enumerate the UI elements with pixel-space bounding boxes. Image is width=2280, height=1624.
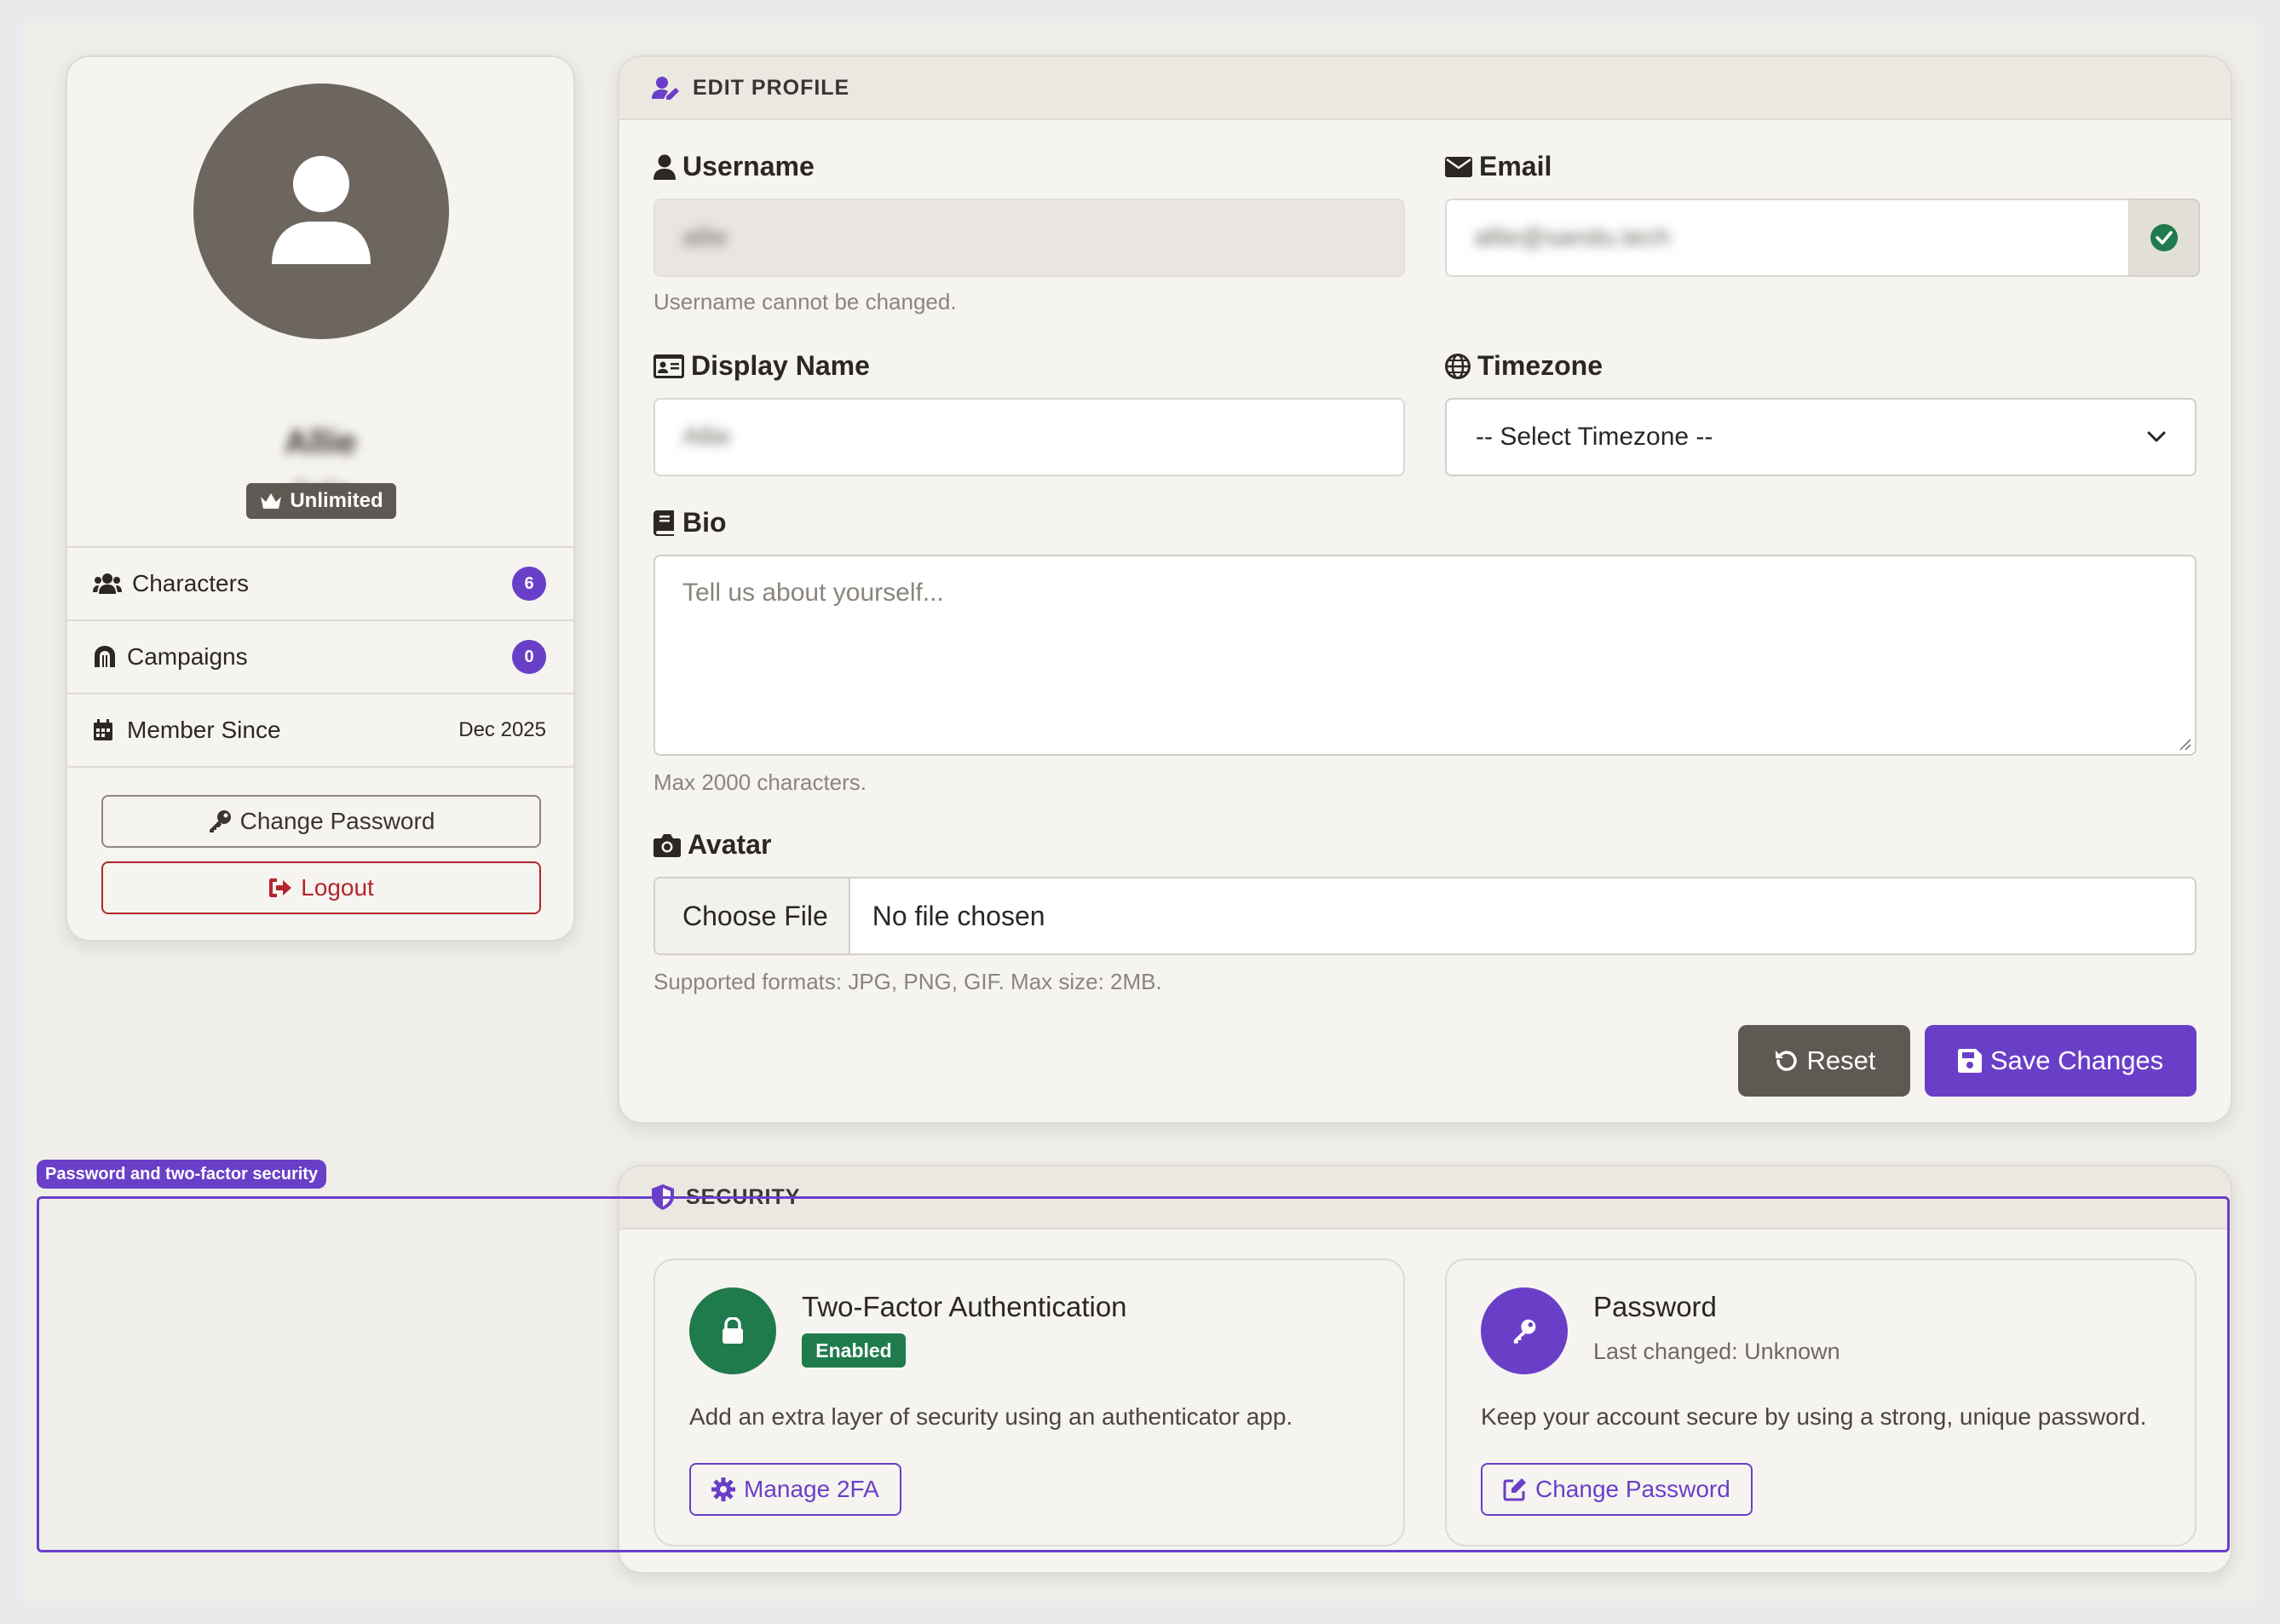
tier-label: Unlimited bbox=[290, 489, 383, 512]
two-factor-icon-circle bbox=[689, 1287, 776, 1374]
security-change-password-label: Change Password bbox=[1535, 1476, 1730, 1502]
reset-label: Reset bbox=[1806, 1045, 1876, 1075]
email-verified-addon bbox=[2130, 199, 2200, 277]
id-card-icon bbox=[653, 354, 684, 378]
timezone-label-text: Timezone bbox=[1477, 350, 1603, 381]
password-icon-circle bbox=[1481, 1287, 1568, 1374]
security-header: SECURITY bbox=[619, 1166, 2231, 1230]
highlight-label: Password and two-factor security bbox=[37, 1160, 327, 1189]
two-factor-description: Add an extra layer of security using an … bbox=[689, 1403, 1293, 1430]
crown-icon bbox=[261, 493, 282, 509]
divider bbox=[67, 766, 573, 768]
characters-count-badge: 6 bbox=[512, 567, 546, 601]
password-description: Keep your account secure by using a stro… bbox=[1481, 1403, 2147, 1430]
timezone-select[interactable]: -- Select Timezone -- bbox=[1445, 398, 2197, 476]
timezone-label: Timezone bbox=[1445, 350, 1603, 382]
bio-placeholder: Tell us about yourself... bbox=[682, 579, 944, 607]
password-title: Password bbox=[1593, 1291, 1717, 1322]
profile-card: Allie @allie Unlimited Characters 6 Camp… bbox=[66, 55, 575, 942]
gear-icon bbox=[711, 1477, 735, 1501]
logout-label: Logout bbox=[301, 874, 374, 901]
two-factor-panel: Two-Factor Authentication Enabled Add an… bbox=[653, 1258, 1405, 1546]
save-icon bbox=[1957, 1049, 1982, 1073]
globe-icon bbox=[1445, 353, 1471, 379]
resize-handle-icon[interactable] bbox=[2178, 737, 2191, 751]
lock-icon bbox=[723, 1317, 743, 1344]
display-name-field[interactable]: Allie bbox=[653, 398, 1405, 476]
avatar bbox=[193, 84, 449, 339]
stat-row-campaigns[interactable]: Campaigns 0 bbox=[67, 619, 573, 693]
password-panel: Password Last changed: Unknown Keep your… bbox=[1445, 1258, 2197, 1546]
calendar-icon bbox=[93, 719, 118, 741]
display-name-value: Allie bbox=[682, 423, 731, 451]
bio-label-text: Bio bbox=[682, 507, 727, 538]
member-since-date: Dec 2025 bbox=[458, 718, 546, 741]
file-status: No file chosen bbox=[872, 900, 1045, 931]
manage-2fa-label: Manage 2FA bbox=[744, 1476, 879, 1502]
security-card: SECURITY Two-Factor Authentication Enabl… bbox=[618, 1165, 2232, 1574]
bio-help: Max 2000 characters. bbox=[653, 769, 867, 795]
sidebar-change-password-button[interactable]: Change Password bbox=[101, 795, 541, 848]
edit-profile-title: EDIT PROFILE bbox=[693, 75, 850, 100]
manage-2fa-button[interactable]: Manage 2FA bbox=[689, 1463, 901, 1516]
stat-row-member-since: Member Since Dec 2025 bbox=[67, 693, 573, 766]
stat-label-member-since: Member Since bbox=[127, 717, 281, 743]
bio-textarea[interactable]: Tell us about yourself... bbox=[653, 555, 2197, 756]
bio-label: Bio bbox=[653, 507, 727, 538]
key-icon bbox=[1513, 1319, 1536, 1344]
user-icon bbox=[653, 154, 676, 180]
stat-label-characters: Characters bbox=[132, 570, 249, 596]
username-label: Username bbox=[653, 151, 815, 182]
email-label-text: Email bbox=[1479, 151, 1552, 181]
logout-icon bbox=[269, 878, 292, 897]
key-icon bbox=[209, 810, 231, 832]
book-icon bbox=[653, 510, 674, 536]
profile-display-name: Allie bbox=[284, 423, 357, 461]
email-value: allie@sandu.tech bbox=[1474, 223, 1671, 251]
edit-profile-header: EDIT PROFILE bbox=[619, 57, 2231, 120]
camera-icon bbox=[653, 833, 681, 857]
edit-icon bbox=[1503, 1478, 1526, 1501]
check-circle-icon bbox=[2150, 224, 2178, 251]
username-help: Username cannot be changed. bbox=[653, 289, 957, 314]
avatar-help: Supported formats: JPG, PNG, GIF. Max si… bbox=[653, 969, 1162, 994]
username-value: allie bbox=[682, 223, 728, 251]
two-factor-status-badge: Enabled bbox=[802, 1333, 906, 1368]
security-title: SECURITY bbox=[686, 1184, 801, 1209]
display-name-label-text: Display Name bbox=[691, 350, 870, 381]
username-field: allie bbox=[653, 199, 1405, 277]
avatar-label: Avatar bbox=[653, 829, 771, 861]
campaigns-count-badge: 0 bbox=[512, 640, 546, 674]
email-label: Email bbox=[1445, 151, 1552, 182]
timezone-selected: -- Select Timezone -- bbox=[1476, 423, 1713, 451]
users-icon bbox=[93, 573, 124, 595]
save-changes-button[interactable]: Save Changes bbox=[1925, 1025, 2197, 1097]
stat-label-campaigns: Campaigns bbox=[127, 643, 248, 670]
edit-profile-card: EDIT PROFILE Username allie Username can… bbox=[618, 55, 2232, 1124]
tier-badge: Unlimited bbox=[246, 483, 396, 519]
undo-icon bbox=[1775, 1051, 1797, 1071]
security-change-password-button[interactable]: Change Password bbox=[1481, 1463, 1753, 1516]
display-name-label: Display Name bbox=[653, 350, 870, 382]
password-last-changed: Last changed: Unknown bbox=[1593, 1339, 1840, 1364]
reset-button[interactable]: Reset bbox=[1738, 1025, 1910, 1097]
two-factor-title: Two-Factor Authentication bbox=[802, 1291, 1127, 1322]
save-label: Save Changes bbox=[1989, 1045, 2164, 1075]
change-password-label: Change Password bbox=[239, 808, 435, 834]
avatar-label-text: Avatar bbox=[688, 829, 772, 860]
username-label-text: Username bbox=[682, 151, 815, 181]
dungeon-icon bbox=[93, 645, 118, 669]
stat-row-characters[interactable]: Characters 6 bbox=[67, 546, 573, 619]
email-field[interactable]: allie@sandu.tech bbox=[1445, 199, 2130, 277]
envelope-icon bbox=[1445, 156, 1472, 177]
choose-file-button[interactable]: Choose File bbox=[655, 878, 850, 953]
shield-icon bbox=[652, 1184, 674, 1210]
chevron-down-icon bbox=[2147, 431, 2166, 442]
user-edit-icon bbox=[652, 77, 679, 100]
user-icon bbox=[272, 156, 371, 264]
avatar-file-input[interactable]: Choose File No file chosen bbox=[653, 877, 2197, 955]
logout-button[interactable]: Logout bbox=[101, 861, 541, 914]
